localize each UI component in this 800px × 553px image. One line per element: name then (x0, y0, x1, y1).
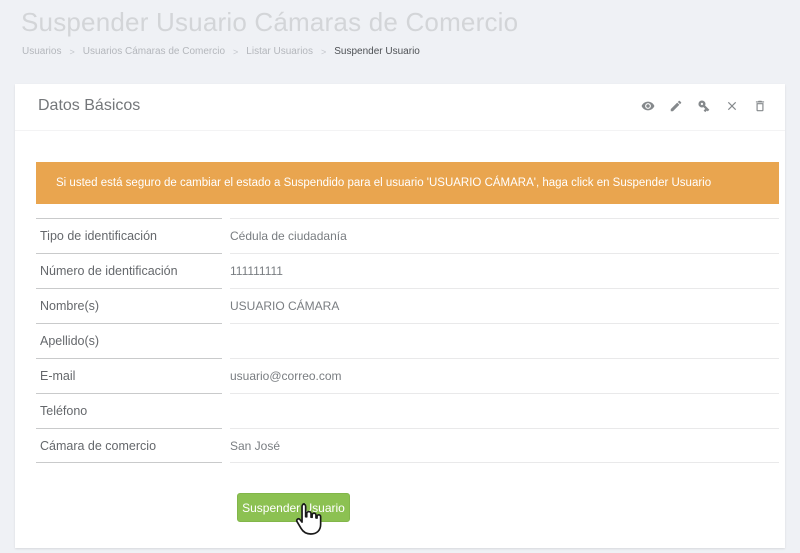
field-value-email: usuario@correo.com (230, 358, 779, 393)
page-title: Suspender Usuario Cámaras de Comercio (21, 7, 519, 37)
user-details-table: Tipo de identificación Cédula de ciudada… (36, 218, 779, 463)
card-toolbar (641, 99, 767, 113)
table-row: E-mail usuario@correo.com (36, 358, 779, 393)
datos-basicos-card: Datos Básicos Si usted está seguro de ca… (15, 84, 785, 548)
field-label-tipo-identificacion: Tipo de identificación (36, 218, 222, 253)
table-row: Apellido(s) (36, 323, 779, 358)
suspend-warning-text: Si usted está seguro de cambiar el estad… (56, 177, 712, 189)
field-value-nombres: USUARIO CÁMARA (230, 288, 779, 323)
breadcrumb-item-current: Suspender Usuario (334, 46, 420, 57)
field-value-telefono (230, 393, 779, 428)
key-icon[interactable] (697, 99, 711, 113)
field-label-camara-comercio: Cámara de comercio (36, 428, 222, 463)
breadcrumb-separator: > (233, 46, 239, 57)
breadcrumb-separator: > (320, 46, 327, 57)
field-value-tipo-identificacion: Cédula de ciudadanía (230, 218, 779, 253)
table-row: Nombre(s) USUARIO CÁMARA (36, 288, 779, 323)
table-row: Tipo de identificación Cédula de ciudada… (36, 218, 779, 253)
table-row: Teléfono (36, 393, 779, 428)
field-label-telefono: Teléfono (36, 393, 222, 428)
field-label-apellidos: Apellido(s) (36, 323, 222, 358)
table-row: Número de identificación 111111111 (36, 253, 779, 288)
field-value-apellidos (230, 323, 779, 358)
field-label-nombres: Nombre(s) (36, 288, 222, 323)
pencil-icon[interactable] (669, 99, 683, 113)
field-value-camara-comercio: San José (230, 428, 779, 463)
suspend-warning-banner: Si usted está seguro de cambiar el estad… (36, 162, 779, 204)
eye-icon[interactable] (641, 99, 655, 113)
card-header: Datos Básicos (15, 84, 785, 131)
breadcrumb-item-usuarios[interactable]: Usuarios (22, 46, 61, 57)
field-label-numero-identificacion: Número de identificación (36, 253, 222, 288)
breadcrumb-item-listar-usuarios[interactable]: Listar Usuarios (246, 46, 313, 57)
close-icon[interactable] (725, 99, 739, 113)
card-title: Datos Básicos (38, 97, 141, 114)
trash-icon[interactable] (753, 99, 767, 113)
breadcrumb-separator: > (69, 46, 75, 57)
field-value-numero-identificacion: 111111111 (230, 253, 779, 288)
table-row: Cámara de comercio San José (36, 428, 779, 463)
suspender-usuario-button[interactable]: Suspender Usuario (237, 493, 350, 522)
field-label-email: E-mail (36, 358, 222, 393)
breadcrumb-item-usuarios-camaras[interactable]: Usuarios Cámaras de Comercio (83, 46, 225, 57)
breadcrumb: Usuarios > Usuarios Cámaras de Comercio … (22, 46, 420, 57)
